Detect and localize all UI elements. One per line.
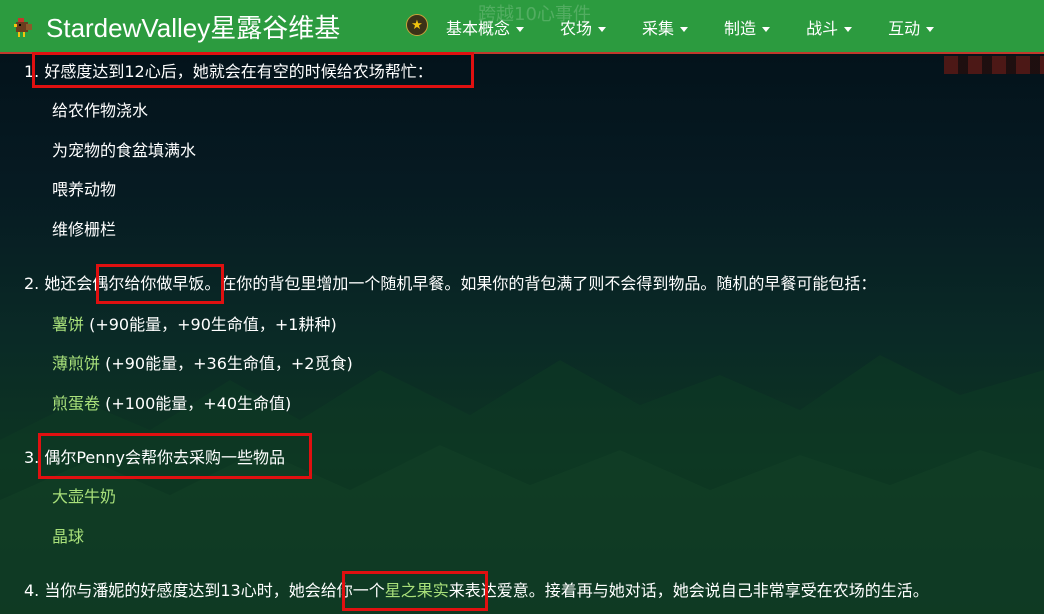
breakfast-detail: (+90能量，+36生命值，+2觅食) [100, 354, 353, 373]
item-link[interactable]: 大壶牛奶 [52, 486, 116, 508]
section-4-prefix: 4. 当你与潘妮的好感度达到13心时，她会 [24, 581, 321, 600]
section-2-highlight-text: 偶尔给你做早饭 [92, 274, 205, 293]
nav-basic-concepts[interactable]: 基本概念 [446, 15, 540, 39]
nav-interaction[interactable]: 互动 [888, 15, 950, 39]
nav-foraging[interactable]: 采集 [642, 15, 704, 39]
item-link[interactable]: 晶球 [52, 526, 84, 548]
breakfast-detail: (+100能量，+40生命值) [100, 394, 292, 413]
site-title: StardewValley星露谷维基 [46, 13, 341, 43]
list-item: 给农作物浇水 [52, 101, 149, 120]
nav-label: 互动 [888, 19, 921, 38]
section-2-text: 2. 她还会偶尔给你做早饭。在你的背包里增加一个随机早餐。如果你的背包满了则不会… [24, 273, 876, 295]
nav-combat[interactable]: 战斗 [806, 15, 868, 39]
breakfast-detail: (+90能量，+90生命值，+1耕种) [84, 315, 337, 334]
top-navbar: 跨越10心事件 StardewValley星露谷维基 ★ 基本概念 农场 采集 … [0, 0, 1044, 54]
section-4-highlight-text: 给你一个 [320, 581, 385, 600]
chicken-logo-icon [14, 17, 32, 37]
nav-crafting[interactable]: 制造 [724, 15, 786, 39]
section-2-suffix: 。在你的背包里增加一个随机早餐。如果你的背包满了则不会得到物品。随机的早餐可能包… [204, 274, 877, 293]
nav-label: 农场 [560, 19, 593, 38]
stardrop-link[interactable]: 星之果实 [385, 581, 449, 600]
site-brand[interactable]: StardewValley星露谷维基 [12, 8, 340, 45]
list-item: 薄煎饼 (+90能量，+36生命值，+2觅食) [52, 353, 353, 375]
caret-down-icon [598, 27, 607, 32]
list-item: 薯饼 (+90能量，+90生命值，+1耕种) [52, 314, 337, 336]
list-item: 煎蛋卷 (+100能量，+40生命值) [52, 393, 291, 415]
nav-farm[interactable]: 农场 [560, 15, 622, 39]
nav-label: 制造 [724, 19, 757, 38]
breakfast-link[interactable]: 薯饼 [52, 315, 84, 334]
section-4-text: 4. 当你与潘妮的好感度达到13心时，她会给你一个星之果实来表达爱意。接着再与她… [24, 580, 929, 602]
nav-label: 战斗 [806, 19, 839, 38]
nav-label: 基本概念 [446, 19, 511, 38]
star-badge-icon[interactable]: ★ [406, 14, 428, 36]
caret-down-icon [516, 27, 525, 32]
section-3-title: 3. 偶尔Penny会帮你去采购一些物品 [24, 448, 286, 467]
caret-down-icon [844, 27, 853, 32]
caret-down-icon [680, 27, 689, 32]
nav-menu: 基本概念 农场 采集 制造 战斗 互动 [446, 0, 970, 54]
list-item: 维修栅栏 [52, 220, 117, 239]
list-item: 为宠物的食盆填满水 [52, 141, 197, 160]
section-4-suffix: 来表达爱意。接着再与她对话，她会说自己非常享受在农场的生活。 [448, 581, 929, 600]
caret-down-icon [762, 27, 771, 32]
section-1-title: 1. 好感度达到12心后，她就会在有空的时候给农场帮忙： [24, 62, 433, 81]
list-item: 喂养动物 [52, 180, 117, 199]
breakfast-link[interactable]: 薄煎饼 [52, 354, 100, 373]
nav-label: 采集 [642, 19, 675, 38]
breakfast-link[interactable]: 煎蛋卷 [52, 394, 100, 413]
article-content: 1. 好感度达到12心后，她就会在有空的时候给农场帮忙： 给农作物浇水 为宠物的… [0, 52, 1044, 614]
caret-down-icon [926, 27, 935, 32]
section-2-prefix: 2. 她还会 [24, 274, 93, 293]
